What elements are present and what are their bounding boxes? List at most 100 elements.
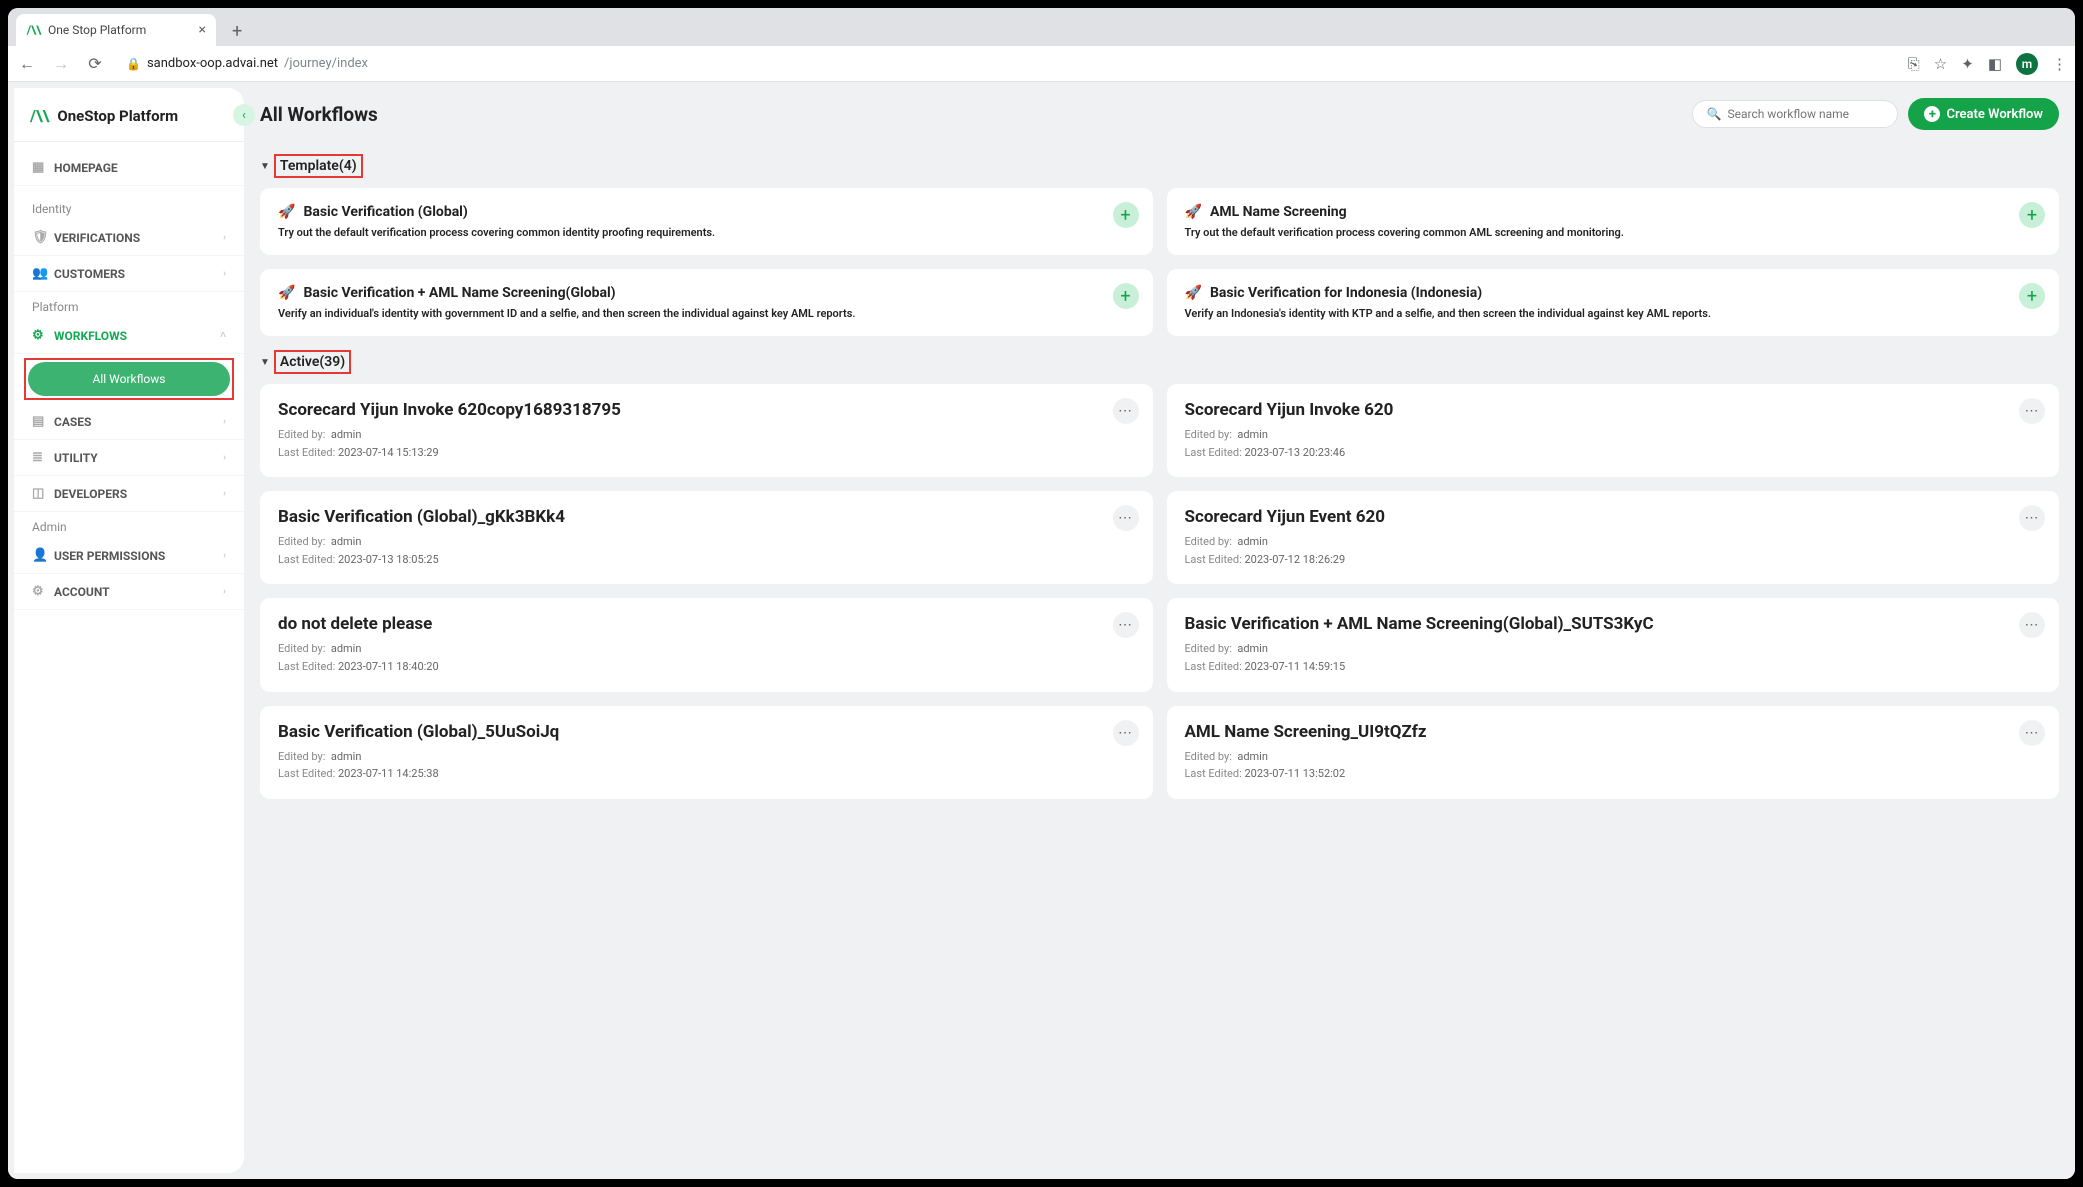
- nav-customers[interactable]: 👥 CUSTOMERS ›: [14, 256, 244, 292]
- nav-all-workflows-wrapper: All Workflows: [28, 362, 230, 396]
- url-path: /journey/index: [284, 56, 368, 71]
- nav-homepage[interactable]: ▦ HOMEPAGE: [14, 150, 244, 186]
- url-bar[interactable]: 🔒 sandbox-oop.advai.net/journey/index: [118, 56, 1896, 71]
- workflow-more-button[interactable]: ⋯: [2019, 612, 2045, 638]
- nav-cases[interactable]: ▤ CASES ›: [14, 404, 244, 440]
- workflow-last-edited: Last Edited: 2023-07-11 13:52:02: [1185, 765, 2042, 783]
- extensions-icon[interactable]: ✦: [1961, 55, 1974, 73]
- add-template-button[interactable]: +: [1113, 283, 1139, 309]
- chevron-up-icon: ˄: [220, 330, 226, 341]
- sidepanel-icon[interactable]: ◧: [1988, 55, 2002, 73]
- menu-icon[interactable]: ⋮: [2052, 55, 2067, 73]
- template-title: Basic Verification for Indonesia (Indone…: [1210, 285, 1482, 301]
- chevron-right-icon: ›: [223, 452, 226, 463]
- plus-icon: +: [1924, 106, 1940, 122]
- active-header-label: Active(39): [274, 350, 351, 374]
- workflow-title: Basic Verification + AML Name Screening(…: [1185, 614, 2042, 634]
- nav-workflows[interactable]: ⚙ WORKFLOWS ˄: [14, 318, 244, 354]
- chevron-right-icon: ›: [223, 586, 226, 597]
- workflow-card[interactable]: Basic Verification + AML Name Screening(…: [1167, 598, 2060, 691]
- close-icon[interactable]: ×: [199, 22, 206, 38]
- active-section-header[interactable]: ▼ Active(39): [260, 350, 2059, 374]
- collapse-sidebar-button[interactable]: ‹: [233, 104, 255, 126]
- logo-icon: /\\: [30, 106, 49, 125]
- reload-icon[interactable]: ⟳: [84, 54, 106, 73]
- workflow-last-edited: Last Edited: 2023-07-13 18:05:25: [278, 551, 1135, 569]
- search-input[interactable]: [1727, 107, 1883, 121]
- workflow-more-button[interactable]: ⋯: [1113, 398, 1139, 424]
- nav-developers[interactable]: ◫ DEVELOPERS ›: [14, 476, 244, 512]
- grid-icon: ▦: [32, 160, 46, 175]
- nav-label: WORKFLOWS: [54, 329, 127, 343]
- workflow-title: do not delete please: [278, 614, 1135, 634]
- forward-icon[interactable]: →: [50, 54, 72, 74]
- back-icon[interactable]: ←: [16, 54, 38, 74]
- shield-icon: 🛡: [32, 230, 46, 245]
- install-icon[interactable]: ⎘: [1908, 55, 1920, 73]
- create-workflow-button[interactable]: + Create Workflow: [1908, 98, 2059, 130]
- workflow-more-button[interactable]: ⋯: [1113, 505, 1139, 531]
- tab-title: One Stop Platform: [48, 23, 193, 37]
- tab-favicon-icon: /\\: [26, 22, 42, 38]
- add-template-button[interactable]: +: [2019, 283, 2045, 309]
- workflow-icon: ⚙: [32, 328, 46, 343]
- workflow-more-button[interactable]: ⋯: [2019, 505, 2045, 531]
- template-section-header[interactable]: ▼ Template(4): [260, 154, 2059, 178]
- browser-tab-strip: /\\ One Stop Platform × +: [8, 8, 2075, 46]
- lock-icon: 🔒: [126, 57, 141, 71]
- nav-all-workflows[interactable]: All Workflows: [28, 362, 230, 396]
- search-icon: 🔍: [1707, 107, 1722, 121]
- workflow-card[interactable]: AML Name Screening_UI9tQZfz Edited by: a…: [1167, 706, 2060, 799]
- template-card[interactable]: 🚀 AML Name Screening Try out the default…: [1167, 188, 2060, 255]
- page-title: All Workflows: [260, 103, 378, 126]
- nav-label: ACCOUNT: [54, 585, 110, 599]
- workflow-edited-by: Edited by: admin: [1185, 533, 2042, 551]
- profile-avatar[interactable]: m: [2016, 53, 2038, 75]
- add-template-button[interactable]: +: [1113, 202, 1139, 228]
- caret-down-icon: ▼: [260, 357, 270, 368]
- nav-user-permissions[interactable]: 👤 USER PERMISSIONS ›: [14, 538, 244, 574]
- template-card[interactable]: 🚀 Basic Verification for Indonesia (Indo…: [1167, 269, 2060, 336]
- new-tab-button[interactable]: +: [224, 17, 250, 46]
- rocket-icon: 🚀: [278, 204, 295, 220]
- search-box[interactable]: 🔍: [1692, 100, 1899, 128]
- workflow-card[interactable]: Scorecard Yijun Event 620 Edited by: adm…: [1167, 491, 2060, 584]
- create-label: Create Workflow: [1946, 107, 2043, 122]
- workflow-more-button[interactable]: ⋯: [2019, 720, 2045, 746]
- add-template-button[interactable]: +: [2019, 202, 2045, 228]
- template-card[interactable]: 🚀 Basic Verification + AML Name Screenin…: [260, 269, 1153, 336]
- nav-account[interactable]: ⚙ ACCOUNT ›: [14, 574, 244, 610]
- rocket-icon: 🚀: [1185, 285, 1202, 301]
- workflow-last-edited: Last Edited: 2023-07-11 14:59:15: [1185, 658, 2042, 676]
- workflow-last-edited: Last Edited: 2023-07-14 15:13:29: [278, 444, 1135, 462]
- url-domain: sandbox-oop.advai.net: [147, 56, 278, 71]
- sidebar: /\\ OneStop Platform ‹ ▦ HOMEPAGE Identi…: [14, 88, 244, 1173]
- workflow-last-edited: Last Edited: 2023-07-11 14:25:38: [278, 765, 1135, 783]
- nav-label: DEVELOPERS: [54, 487, 127, 501]
- chevron-right-icon: ›: [223, 550, 226, 561]
- chevron-right-icon: ›: [223, 416, 226, 427]
- template-title: Basic Verification (Global): [303, 204, 467, 220]
- workflow-title: Scorecard Yijun Invoke 620copy1689318795: [278, 400, 1135, 420]
- workflow-more-button[interactable]: ⋯: [1113, 612, 1139, 638]
- template-card[interactable]: 🚀 Basic Verification (Global) Try out th…: [260, 188, 1153, 255]
- brand-name: OneStop Platform: [57, 107, 178, 125]
- nav-label: HOMEPAGE: [54, 161, 118, 175]
- workflow-card[interactable]: Basic Verification (Global)_5UuSoiJq Edi…: [260, 706, 1153, 799]
- workflow-card[interactable]: do not delete please Edited by: admin La…: [260, 598, 1153, 691]
- template-title: AML Name Screening: [1210, 204, 1347, 220]
- template-description: Verify an individual's identity with gov…: [278, 307, 1135, 320]
- nav-verifications[interactable]: 🛡 VERIFICATIONS ›: [14, 220, 244, 256]
- people-icon: 👥: [32, 266, 46, 281]
- star-icon[interactable]: ☆: [1934, 55, 1947, 73]
- workflow-more-button[interactable]: ⋯: [1113, 720, 1139, 746]
- workflow-more-button[interactable]: ⋯: [2019, 398, 2045, 424]
- workflow-card[interactable]: Scorecard Yijun Invoke 620 Edited by: ad…: [1167, 384, 2060, 477]
- workflow-edited-by: Edited by: admin: [278, 748, 1135, 766]
- nav-utility[interactable]: ≣ UTILITY ›: [14, 440, 244, 476]
- code-icon: ◫: [32, 486, 46, 501]
- browser-tab[interactable]: /\\ One Stop Platform ×: [16, 14, 216, 46]
- workflow-card[interactable]: Basic Verification (Global)_gKk3BKk4 Edi…: [260, 491, 1153, 584]
- workflow-edited-by: Edited by: admin: [278, 426, 1135, 444]
- workflow-card[interactable]: Scorecard Yijun Invoke 620copy1689318795…: [260, 384, 1153, 477]
